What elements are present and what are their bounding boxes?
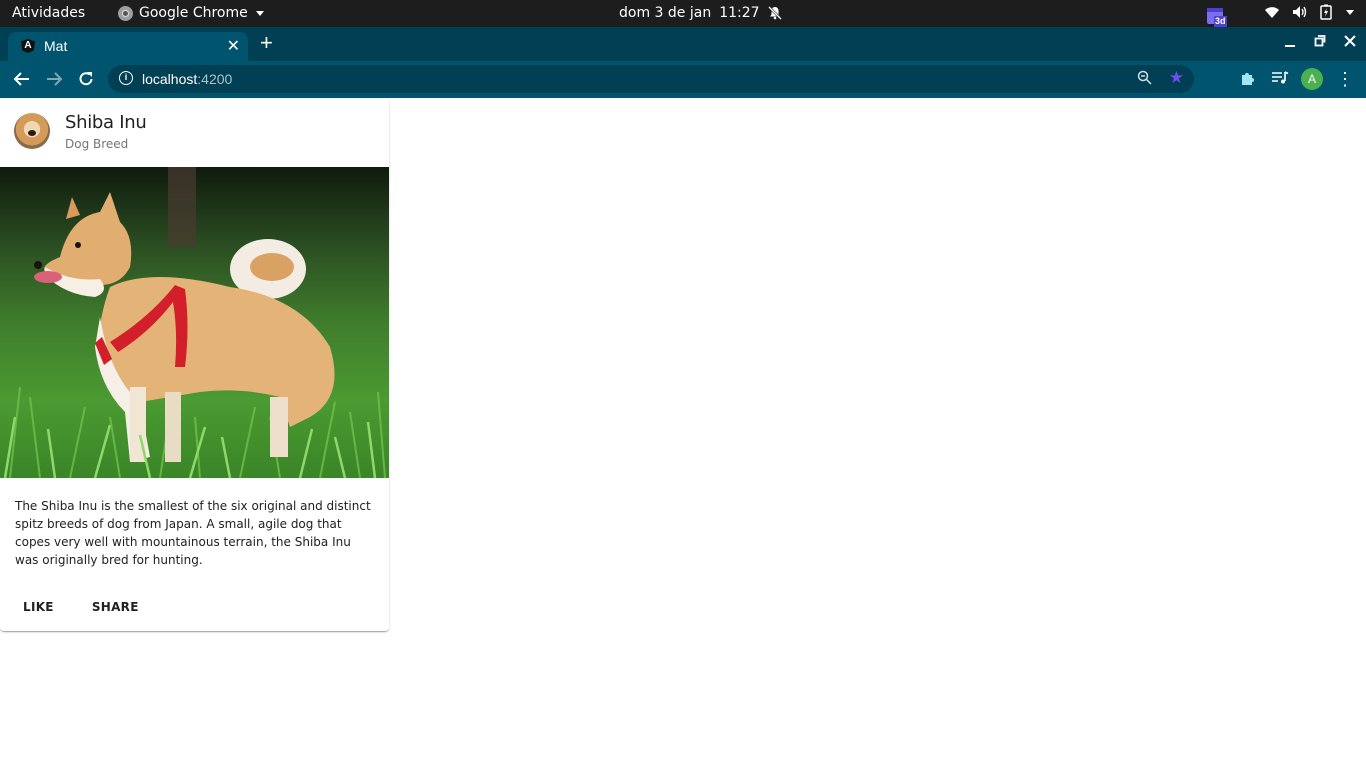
puzzle-icon (1242, 73, 1254, 85)
card-subtitle: Dog Breed (65, 137, 129, 151)
activities-button[interactable]: Atividades (12, 5, 85, 21)
app-menu[interactable]: Google Chrome (118, 5, 264, 21)
address-bar[interactable]: i localhost:4200 ★ (108, 65, 1194, 93)
calendar-3d-extension[interactable]: 3d (1207, 8, 1227, 28)
volume-icon (1293, 6, 1307, 18)
browser-toolbar: i localhost:4200 ★ (0, 61, 1366, 98)
browser-menu-dots-icon[interactable]: ⋮ (1336, 68, 1354, 90)
reload-button[interactable] (75, 68, 97, 90)
url-text[interactable]: localhost:4200 (142, 71, 232, 87)
extensions-puzzle-icon[interactable] (1240, 70, 1256, 91)
url-host: localhost (142, 71, 198, 87)
card-title: Shiba Inu (65, 112, 147, 133)
wifi-icon (1265, 7, 1279, 18)
media-queue-icon[interactable] (1271, 70, 1289, 91)
dog-illustration (3, 167, 386, 478)
playlist-music-icon (1272, 71, 1289, 84)
minimize-icon[interactable] (1284, 34, 1296, 48)
bookmark-star-icon[interactable]: ★ (1169, 68, 1184, 88)
arrow-left-icon (13, 72, 29, 86)
dog-avatar (14, 113, 50, 149)
back-button[interactable] (11, 68, 33, 90)
notifications-off-icon (767, 6, 782, 20)
dog-card: Shiba Inu Dog Breed The Shiba Inu is the… (0, 99, 389, 631)
battery-charging-icon (1320, 4, 1332, 20)
app-name: Google Chrome (139, 5, 248, 21)
system-menu-chevron-icon (1346, 9, 1354, 15)
date-label: dom 3 de jan (619, 5, 712, 21)
close-tab-icon[interactable]: ✕ (227, 36, 240, 56)
tab-title: Mat (44, 38, 68, 54)
site-info-icon[interactable]: i (119, 71, 133, 85)
arrow-right-icon (47, 72, 63, 86)
shiba-inu-photo (0, 167, 389, 478)
system-tray[interactable] (1264, 4, 1354, 20)
extension-badge: 3d (1214, 16, 1227, 27)
chrome-icon (118, 5, 133, 21)
zoom-icon[interactable] (1137, 70, 1152, 89)
new-tab-button[interactable]: + (260, 30, 273, 56)
forward-button[interactable] (43, 68, 65, 90)
reload-icon (79, 72, 93, 86)
clock[interactable]: dom 3 de jan 11:27 (619, 5, 782, 21)
tab-mat[interactable]: A Mat ✕ (8, 32, 248, 61)
profile-avatar-button[interactable]: A (1301, 68, 1323, 90)
magnifier-minus-icon (1137, 70, 1152, 85)
chevron-down-icon (255, 10, 264, 16)
restore-icon[interactable] (1314, 34, 1326, 48)
window-controls (1284, 34, 1356, 48)
close-window-icon[interactable] (1344, 34, 1356, 48)
angular-favicon-icon: A (21, 39, 35, 53)
time-label: 11:27 (719, 5, 760, 21)
card-actions: LIKE SHARE (8, 589, 154, 625)
url-port: :4200 (197, 71, 233, 87)
like-button[interactable]: LIKE (8, 589, 69, 625)
os-top-bar: Atividades Google Chrome dom 3 de jan 11… (0, 0, 1366, 27)
tab-strip: A Mat ✕ (0, 27, 1366, 61)
card-description: The Shiba Inu is the smallest of the six… (15, 499, 371, 567)
share-button[interactable]: SHARE (77, 589, 154, 625)
